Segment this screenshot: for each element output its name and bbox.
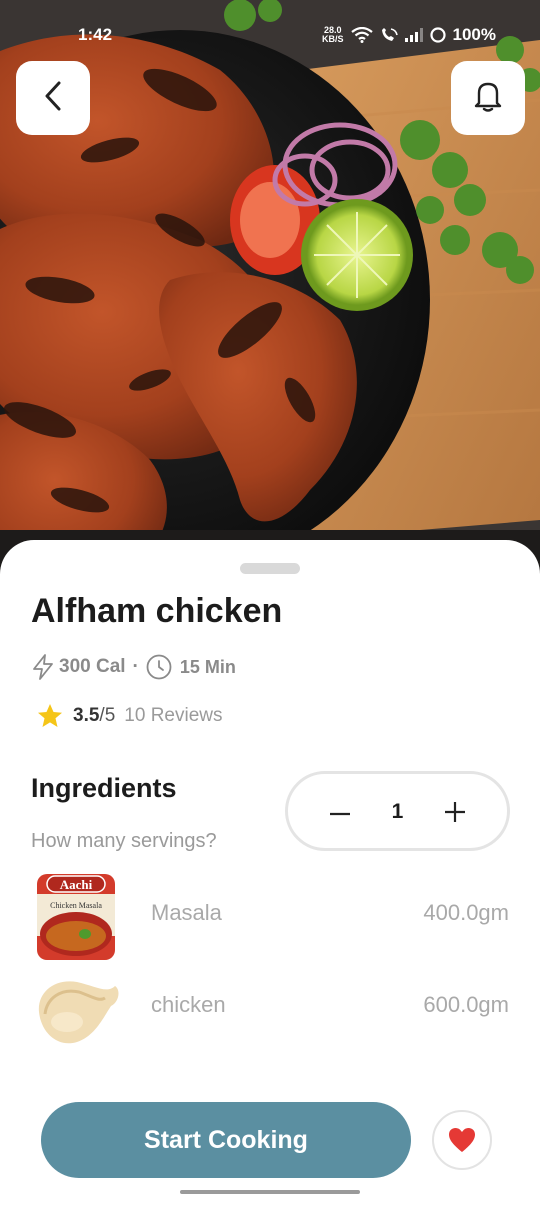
plus-icon: [445, 802, 465, 822]
ingredient-name: Masala: [151, 900, 222, 925]
status-bar: 1:42 28.0 KB/S 100%: [0, 0, 540, 70]
wifi-icon: [350, 27, 373, 43]
servings-count: 1: [391, 800, 404, 823]
recipe-title: Alfham chicken: [31, 592, 283, 630]
battery-icon: [429, 27, 446, 43]
heart-icon: [448, 1127, 476, 1153]
ingredient-row: chicken 600.0gm: [0, 972, 540, 1062]
clock-icon: [146, 654, 172, 680]
rating-score: 3.5: [73, 704, 100, 726]
favorite-button[interactable]: [432, 1110, 492, 1170]
bell-icon: [473, 79, 503, 118]
star-icon: [37, 703, 63, 728]
increase-servings-button[interactable]: [443, 800, 467, 824]
ingredient-name: chicken: [151, 992, 226, 1017]
recipe-detail-sheet: Alfham chicken 300 Cal · 15 Min 3.5 /5 1…: [0, 540, 540, 1206]
network-speed-unit: KB/S: [322, 34, 344, 44]
masala-caption: Chicken Masala: [50, 901, 102, 910]
masala-brand: Aachi: [60, 877, 93, 892]
home-indicator[interactable]: [180, 1190, 360, 1194]
servings-label: How many servings?: [31, 830, 217, 852]
wifi-calling-icon: [380, 27, 398, 43]
ingredient-quantity: 400.0gm: [423, 900, 509, 925]
network-speed: 28.0 KB/S: [322, 26, 344, 44]
ingredient-image-masala: Aachi Chicken Masala: [33, 870, 121, 960]
status-time: 1:42: [78, 25, 113, 44]
start-cooking-button[interactable]: Start Cooking: [41, 1102, 411, 1178]
back-button[interactable]: [16, 61, 90, 135]
rating-row: 3.5 /5 10 Reviews: [37, 703, 223, 728]
ingredients-heading: Ingredients: [31, 773, 177, 803]
meta-separator: ·: [132, 656, 139, 677]
sheet-drag-handle[interactable]: [240, 563, 300, 574]
battery-level: 100%: [452, 25, 496, 44]
duration: 15 Min: [179, 656, 236, 677]
rating-max: /5: [99, 704, 116, 726]
servings-stepper: 1: [285, 771, 510, 851]
ingredient-row: Aachi Chicken Masala Masala 400.0gm: [0, 870, 540, 960]
chevron-left-icon: [41, 80, 65, 117]
ingredient-quantity: 600.0gm: [423, 992, 509, 1017]
notification-button[interactable]: [451, 61, 525, 135]
lightning-icon: [31, 654, 55, 680]
reviews-link[interactable]: 10 Reviews: [124, 705, 222, 727]
signal-icon: [404, 28, 423, 42]
calories: 300 Cal: [59, 656, 126, 677]
recipe-meta: 300 Cal · 15 Min: [31, 654, 236, 680]
ingredient-image-chicken: [33, 972, 121, 1062]
